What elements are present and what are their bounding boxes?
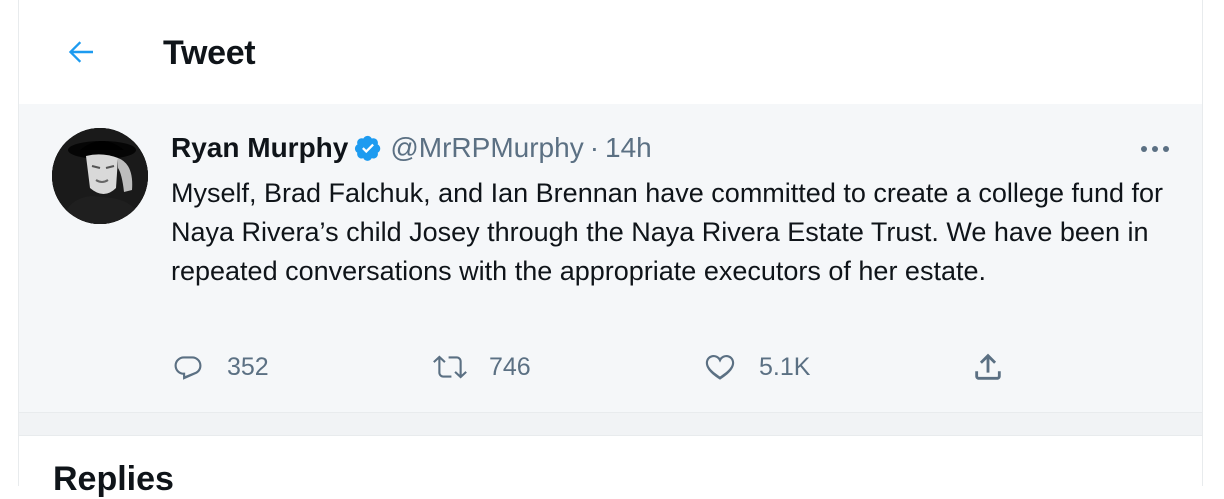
reply-button[interactable]: 352: [171, 350, 269, 384]
tweet-timestamp[interactable]: 14h: [605, 132, 652, 164]
tweet-text: Myself, Brad Falchuk, and Ian Brennan ha…: [171, 178, 1164, 286]
replies-heading: Replies: [53, 460, 174, 498]
retweet-count: 746: [489, 352, 531, 381]
meta-separator: ·: [589, 132, 600, 163]
author-name[interactable]: Ryan Murphy: [171, 132, 348, 164]
tweet-page: Tweet Ryan Murphy @MrRPMurphy · 14h Myse…: [18, 0, 1203, 498]
section-divider: [19, 412, 1202, 436]
page-header: Tweet: [19, 0, 1202, 104]
like-button[interactable]: 5.1K: [703, 350, 810, 384]
avatar[interactable]: [52, 128, 148, 224]
tweet-actions: 352 746 5.1K: [171, 350, 1071, 390]
share-icon: [975, 353, 1001, 380]
back-button[interactable]: [59, 30, 103, 74]
like-count: 5.1K: [759, 352, 811, 381]
heart-icon: [705, 354, 735, 380]
more-icon: [1141, 146, 1169, 152]
page-title: Tweet: [163, 34, 256, 72]
reply-icon: [174, 356, 202, 380]
retweet-button[interactable]: 746: [433, 350, 531, 384]
author-handle[interactable]: @MrRPMurphy: [390, 132, 583, 164]
tweet-header: Ryan Murphy @MrRPMurphy · 14h: [171, 132, 652, 164]
tweet[interactable]: Ryan Murphy @MrRPMurphy · 14h Myself, Br…: [19, 104, 1202, 412]
retweet-icon: [433, 355, 467, 379]
more-options-button[interactable]: [1133, 134, 1177, 164]
reply-count: 352: [227, 352, 269, 381]
verified-badge-icon: [355, 135, 381, 161]
arrow-left-icon: [68, 41, 93, 63]
share-button[interactable]: [971, 350, 1005, 384]
